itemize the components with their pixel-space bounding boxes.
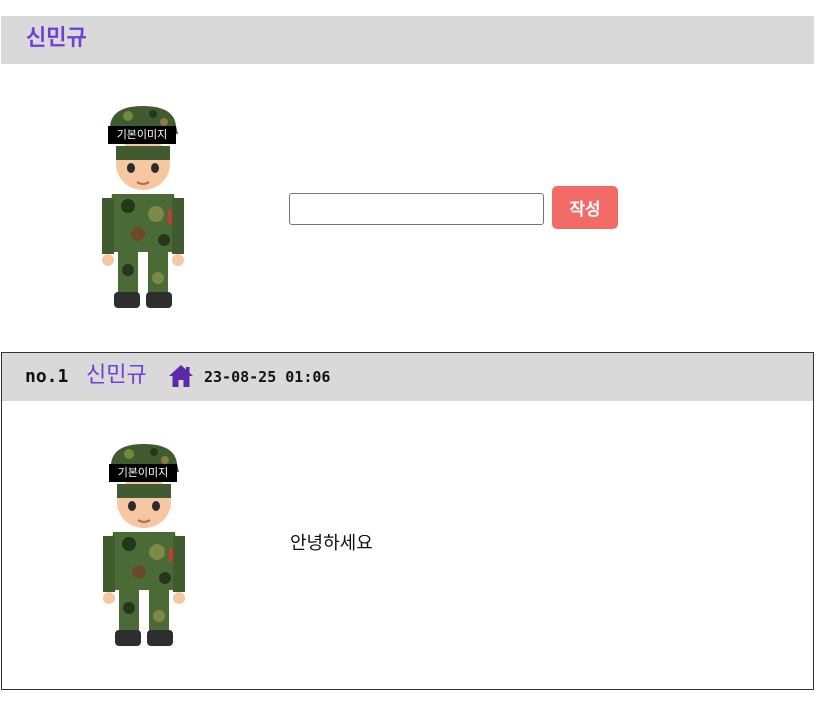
submit-button[interactable]: 작성	[552, 186, 618, 229]
post-card: no.1 신민규 23-08-25 01:06 기본이미지 안녕하세요	[1, 352, 814, 690]
header-username: 신민규	[26, 26, 87, 51]
avatar-label: 기본이미지	[108, 126, 176, 144]
post-avatar: 기본이미지	[99, 440, 189, 650]
post-date: 23-08-25 01:06	[204, 368, 331, 386]
comment-input[interactable]	[289, 193, 544, 225]
avatar-label: 기본이미지	[109, 464, 177, 482]
home-icon[interactable]	[168, 364, 194, 388]
post-number: no.1	[25, 366, 69, 387]
composer-avatar: 기본이미지	[98, 102, 188, 312]
post-body: 안녕하세요	[290, 533, 373, 554]
post-author: 신민규	[86, 363, 147, 388]
post-header: no.1 신민규 23-08-25 01:06	[2, 353, 813, 401]
user-header-bar: 신민규	[1, 16, 814, 64]
